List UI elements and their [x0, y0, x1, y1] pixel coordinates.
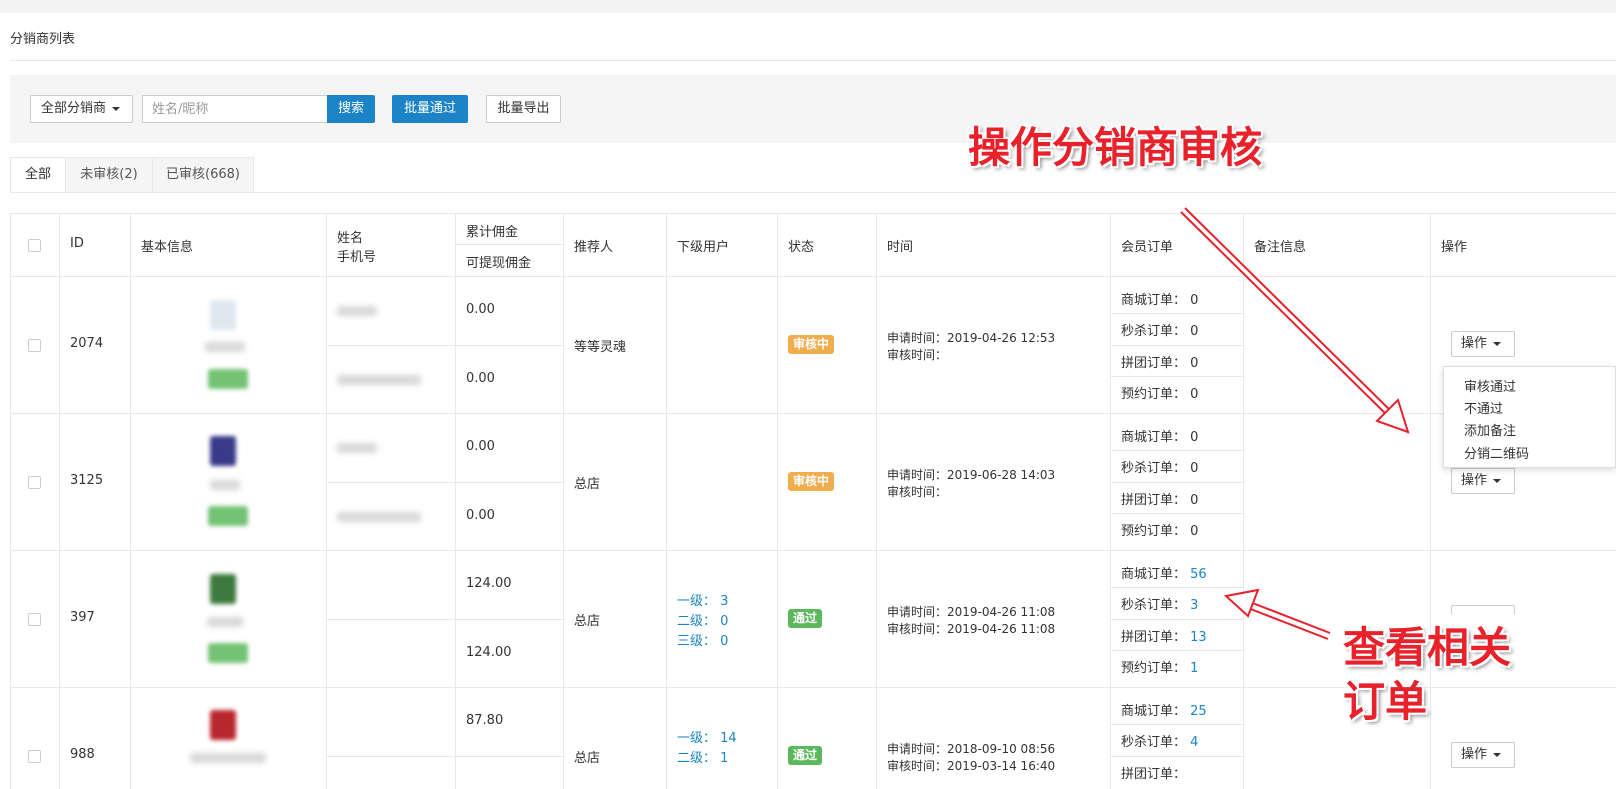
annotation-arrows [1180, 207, 1410, 640]
arrow-to-orders-icon [1223, 588, 1331, 640]
arrow-to-menu-icon [1180, 207, 1410, 434]
